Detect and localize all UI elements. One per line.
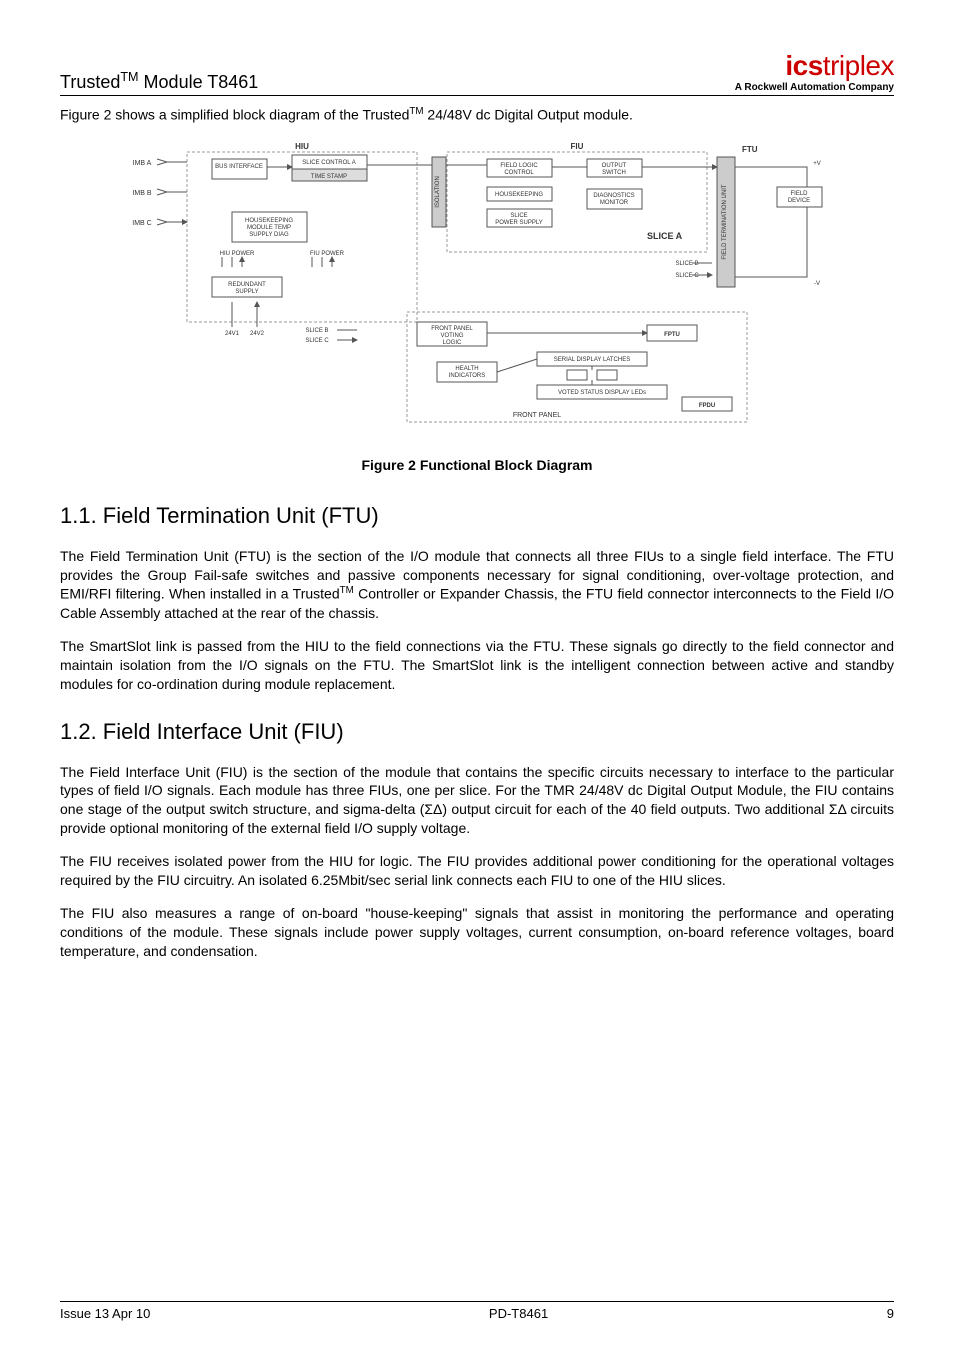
- svg-text:+V: +V: [813, 161, 821, 167]
- diagram-svg: .box { fill:#fff; stroke:#555; stroke-wi…: [117, 137, 837, 437]
- svg-text:DIAGNOSTICS: DIAGNOSTICS: [593, 193, 634, 199]
- svg-text:LOGIC: LOGIC: [443, 340, 462, 346]
- tagline: A Rockwell Automation Company: [735, 82, 894, 93]
- block-diagram: .box { fill:#fff; stroke:#555; stroke-wi…: [60, 137, 894, 437]
- svg-text:CONTROL: CONTROL: [504, 170, 534, 176]
- intro-text: Figure 2 shows a simplified block diagra…: [60, 106, 894, 123]
- svg-text:FIELD TERMINATION UNIT: FIELD TERMINATION UNIT: [722, 184, 728, 259]
- svg-text:SUPPLY: SUPPLY: [235, 289, 258, 295]
- svg-text:TIME STAMP: TIME STAMP: [311, 174, 347, 180]
- svg-text:HEALTH: HEALTH: [455, 366, 478, 372]
- brand-block: icstriplex A Rockwell Automation Company: [735, 50, 894, 93]
- svg-text:SLICE B: SLICE B: [305, 328, 328, 334]
- svg-text:FPTU: FPTU: [664, 332, 680, 338]
- logo: icstriplex: [735, 50, 894, 82]
- page-footer: Issue 13 Apr 10 PD-T8461 9: [60, 1301, 894, 1321]
- svg-text:-V: -V: [814, 281, 820, 287]
- svg-text:FIELD LOGIC: FIELD LOGIC: [500, 163, 538, 169]
- footer-doc: PD-T8461: [489, 1306, 548, 1321]
- svg-text:SUPPLY DIAG: SUPPLY DIAG: [249, 232, 289, 238]
- svg-text:SERIAL DISPLAY LATCHES: SERIAL DISPLAY LATCHES: [554, 357, 630, 363]
- logo-ics: ics: [785, 50, 822, 81]
- svg-text:SLICE CONTROL A: SLICE CONTROL A: [302, 160, 355, 166]
- svg-text:HOUSEKEEPING: HOUSEKEEPING: [495, 192, 543, 198]
- svg-text:SLICE C: SLICE C: [305, 338, 329, 344]
- svg-text:FIU POWER: FIU POWER: [310, 251, 345, 257]
- svg-text:24V2: 24V2: [250, 331, 265, 337]
- footer-issue: Issue 13 Apr 10: [60, 1306, 150, 1321]
- section-1-1-p2: The SmartSlot link is passed from the HI…: [60, 637, 894, 694]
- figure-caption: Figure 2 Functional Block Diagram: [60, 457, 894, 473]
- svg-text:REDUNDANT: REDUNDANT: [228, 282, 266, 288]
- svg-text:24V1: 24V1: [225, 331, 240, 337]
- svg-text:FPDU: FPDU: [699, 403, 715, 409]
- section-1-1-p1: The Field Termination Unit (FTU) is the …: [60, 547, 894, 623]
- section-1-1-title: 1.1. Field Termination Unit (FTU): [60, 503, 894, 529]
- section-1-2-p1: The Field Interface Unit (FIU) is the se…: [60, 763, 894, 839]
- svg-text:INDICATORS: INDICATORS: [449, 373, 485, 379]
- section-1-2-p2: The FIU receives isolated power from the…: [60, 852, 894, 890]
- svg-text:IMB A: IMB A: [133, 160, 152, 167]
- svg-text:VOTED STATUS DISPLAY LEDs: VOTED STATUS DISPLAY LEDs: [558, 390, 646, 396]
- svg-text:SWITCH: SWITCH: [602, 170, 626, 176]
- svg-text:BUS INTERFACE: BUS INTERFACE: [215, 164, 263, 170]
- logo-triplex: triplex: [823, 50, 894, 81]
- svg-text:FRONT PANEL: FRONT PANEL: [513, 412, 561, 419]
- svg-text:POWER SUPPLY: POWER SUPPLY: [495, 220, 543, 226]
- svg-text:HIU: HIU: [295, 142, 309, 151]
- svg-text:VOTING: VOTING: [440, 333, 463, 339]
- section-1-2-p3: The FIU also measures a range of on-boar…: [60, 904, 894, 961]
- svg-text:FRONT PANEL: FRONT PANEL: [431, 326, 473, 332]
- svg-text:ISOLATION: ISOLATION: [435, 176, 441, 208]
- svg-text:HOUSEKEEPING: HOUSEKEEPING: [245, 218, 293, 224]
- product-name: TrustedTM Module T8461: [60, 70, 258, 93]
- svg-text:SLICE A: SLICE A: [647, 231, 683, 241]
- svg-text:FIU: FIU: [571, 142, 584, 151]
- svg-text:MODULE TEMP: MODULE TEMP: [247, 225, 291, 231]
- svg-text:IMB C: IMB C: [132, 220, 151, 227]
- svg-text:FTU: FTU: [742, 145, 758, 154]
- svg-text:MONITOR: MONITOR: [600, 200, 629, 206]
- footer-page: 9: [887, 1306, 894, 1321]
- page-header: TrustedTM Module T8461 icstriplex A Rock…: [60, 50, 894, 96]
- svg-text:SLICE C: SLICE C: [675, 273, 699, 279]
- svg-text:SLICE B: SLICE B: [675, 261, 698, 267]
- svg-text:HIU POWER: HIU POWER: [220, 251, 255, 257]
- svg-text:IMB B: IMB B: [132, 190, 151, 197]
- svg-text:DEVICE: DEVICE: [788, 198, 810, 204]
- svg-text:FIELD: FIELD: [790, 191, 808, 197]
- section-1-2-title: 1.2. Field Interface Unit (FIU): [60, 719, 894, 745]
- svg-text:SLICE: SLICE: [510, 213, 527, 219]
- svg-text:OUTPUT: OUTPUT: [602, 163, 627, 169]
